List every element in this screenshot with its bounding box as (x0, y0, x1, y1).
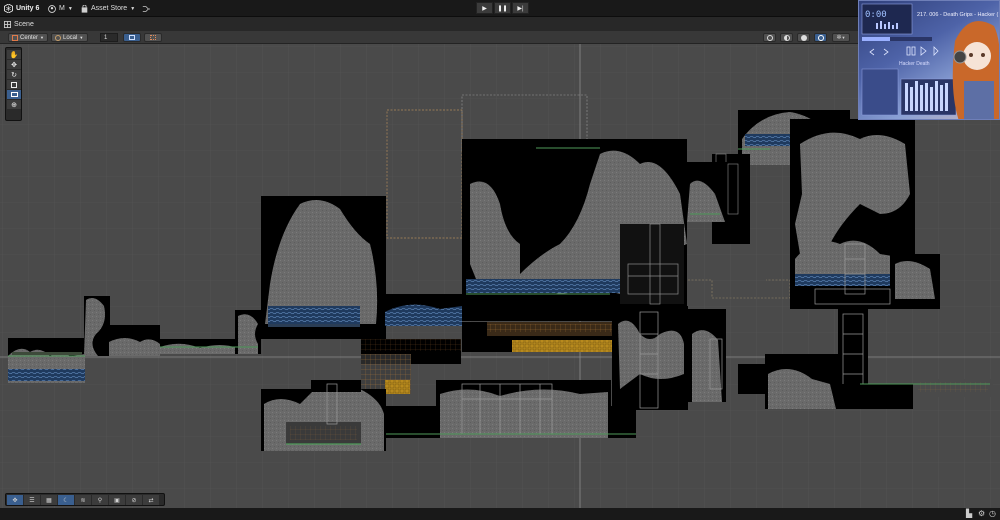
media-player-overlay[interactable]: 0:00 217. 006 - Death Grips - Hacker ( H… (858, 0, 1000, 120)
shuffle-icon: ⇄ (148, 497, 154, 504)
grid-visibility-toggle[interactable] (144, 33, 162, 42)
gizmo-globe-toggle[interactable] (763, 33, 776, 42)
overlay-tool-7[interactable]: ▣ (109, 495, 125, 505)
account-label: M (59, 5, 65, 12)
chevron-down-icon: ▼ (130, 5, 136, 12)
stack-icon: ≋ (80, 497, 86, 504)
version-control-button[interactable] (142, 3, 150, 14)
now-playing-text: 217. 006 - Death Grips - Hacker ( (917, 12, 999, 18)
tilemap-level-canvas (0, 44, 1000, 508)
pivot-rotation-label: Local (63, 34, 78, 41)
chevron-down-icon: ▼ (40, 35, 44, 40)
scene-view-toolbar: Center ▼ Local ▼ 1 ✲ ▼ (0, 31, 1000, 44)
shading-lit-button[interactable] (814, 33, 827, 42)
status-icon-2[interactable]: ⚙ (978, 509, 985, 518)
overlay-tool-4[interactable]: ☾ (58, 495, 74, 505)
pivot-mode-label: Center (20, 34, 39, 41)
grid-icon (150, 35, 156, 40)
grid-snap-toggle[interactable] (123, 33, 141, 42)
rect-transform-icon (10, 92, 18, 97)
status-icon-3[interactable]: ◷ (989, 509, 996, 518)
overlay-tool-3[interactable]: ▦ (41, 495, 57, 505)
rect-tool[interactable] (7, 90, 21, 99)
chevron-down-icon: ▼ (841, 35, 846, 40)
wireframe-sphere-icon (783, 34, 790, 41)
overlay-tool-8[interactable]: ⊘ (126, 495, 142, 505)
pause-button[interactable]: ❚❚ (494, 2, 511, 14)
grid-increment-field[interactable]: 1 (100, 33, 118, 42)
overlay-tool-9[interactable]: ⇄ (143, 495, 159, 505)
tool-palette: ✋ ✥ ↻ ⊕ (5, 47, 22, 121)
search-icon: ⚲ (97, 497, 103, 504)
scene-tab-bar: Scene (0, 17, 1000, 31)
status-icon-1[interactable]: ▙ (966, 509, 972, 518)
moon-icon: ☾ (63, 497, 69, 504)
shading-shaded-button[interactable] (797, 33, 810, 42)
rotate-tool[interactable]: ↻ (7, 70, 21, 79)
play-icon: ▶ (482, 5, 487, 12)
move-icon: ✥ (11, 61, 17, 69)
rotate-icon: ↻ (11, 71, 17, 79)
step-icon: ▶| (517, 5, 524, 12)
shaded-sphere-icon (800, 34, 807, 41)
svg-text:0:00: 0:00 (865, 10, 887, 20)
pause-icon: ❚❚ (497, 5, 508, 12)
image-icon: ▣ (114, 497, 120, 504)
store-bag-icon (81, 4, 88, 13)
app-menu[interactable]: Unity 6 (4, 3, 39, 14)
pivot-rotation-dropdown[interactable]: Local ▼ (51, 33, 88, 42)
status-bar: ▙ ⚙ ◷ (0, 508, 1000, 520)
asset-store-label: Asset Store (91, 5, 128, 12)
move-icon: ✥ (12, 497, 18, 504)
tab-scene[interactable]: Scene (4, 19, 34, 29)
overlay-tool-2[interactable]: ☰ (24, 495, 40, 505)
tab-scene-label: Scene (14, 20, 34, 28)
grid-icon: ▦ (46, 497, 52, 504)
scene-viewport[interactable] (0, 44, 1000, 508)
hand-tool[interactable]: ✋ (7, 50, 21, 59)
link-icon: ⊘ (131, 497, 137, 504)
main-toolbar: Unity 6 M ▼ Asset Store ▼ ▶ ❚❚ ▶| (0, 0, 1000, 17)
room-tower (612, 306, 688, 410)
pivot-center-icon (12, 34, 18, 41)
step-button[interactable]: ▶| (512, 2, 529, 14)
overlay-tool-1[interactable]: ✥ (7, 495, 23, 505)
chevron-down-icon: ▼ (67, 5, 73, 12)
app-title: Unity 6 (16, 5, 40, 12)
chevron-down-icon: ▼ (79, 35, 84, 40)
branch-icon (142, 5, 150, 12)
transform-icon: ⊕ (11, 101, 17, 109)
room-cave-a (261, 196, 386, 339)
room-bottom-left (261, 380, 386, 451)
pivot-mode-dropdown[interactable]: Center ▼ (8, 33, 48, 42)
gizmos-dropdown[interactable]: ✲ ▼ (832, 33, 850, 42)
layers-icon: ☰ (29, 497, 35, 504)
shading-wireframe-button[interactable] (780, 33, 793, 42)
unity-logo-icon (4, 4, 13, 13)
scale-icon (11, 81, 17, 88)
local-rotation-icon (55, 34, 61, 41)
playmode-controls: ▶ ❚❚ ▶| (476, 2, 529, 14)
scene-overlay-toolbar: ✥ ☰ ▦ ☾ ≋ ⚲ ▣ ⊘ ⇄ (5, 493, 165, 506)
transform-tool[interactable]: ⊕ (7, 100, 21, 109)
move-tool[interactable]: ✥ (7, 60, 21, 69)
play-button[interactable]: ▶ (476, 2, 493, 14)
overlay-tool-6[interactable]: ⚲ (92, 495, 108, 505)
asset-store-button[interactable]: Asset Store ▼ (81, 3, 135, 14)
scene-grid-icon (4, 20, 11, 28)
account-dropdown[interactable]: M ▼ (48, 3, 73, 14)
globe-icon (766, 34, 773, 41)
grid-snap-icon (129, 35, 135, 40)
overlay-tool-5[interactable]: ≋ (75, 495, 91, 505)
hand-icon: ✋ (9, 51, 19, 59)
scale-tool[interactable] (7, 80, 21, 89)
account-icon (48, 4, 56, 13)
room-left-bottom (8, 338, 85, 383)
now-playing-subtitle: Hacker Death (899, 61, 930, 67)
lit-sphere-icon (817, 34, 824, 41)
